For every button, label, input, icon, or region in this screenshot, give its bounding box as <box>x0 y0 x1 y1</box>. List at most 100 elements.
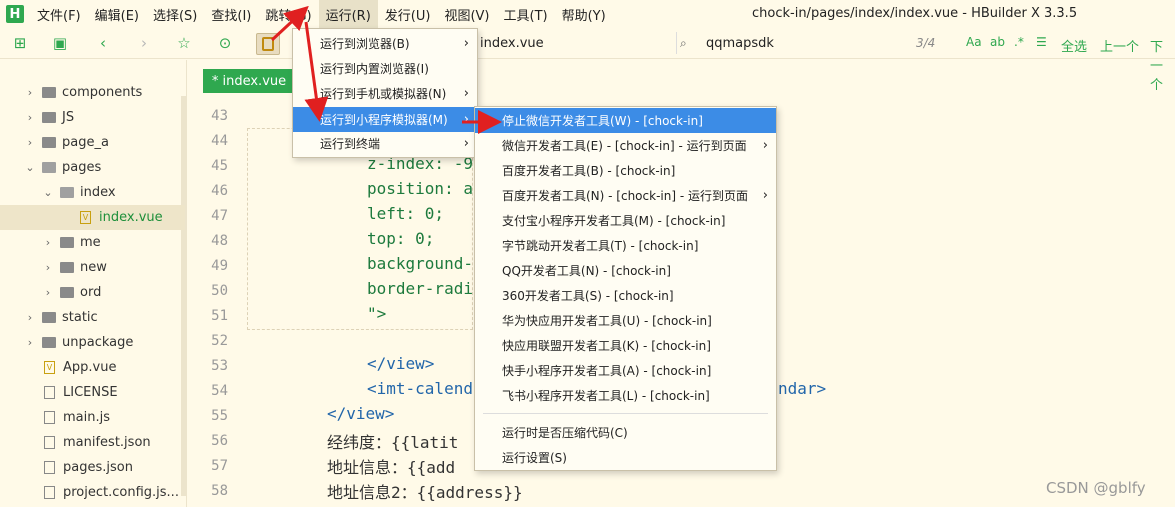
folder-icon <box>60 262 74 273</box>
line-number: 55 <box>211 408 228 424</box>
chevron-right-icon[interactable]: › <box>42 236 54 249</box>
run-device-button[interactable] <box>256 33 280 55</box>
prev-match-button[interactable]: 上一个 <box>1100 36 1139 55</box>
chevron-right-icon[interactable]: › <box>42 261 54 274</box>
tree-item-label: App.vue <box>63 360 117 375</box>
code-line-tail[interactable]: ndar> <box>778 379 826 398</box>
tree-item[interactable]: manifest.json <box>0 430 185 455</box>
chevron-right-icon[interactable]: › <box>42 286 54 299</box>
code-line[interactable]: </view> <box>367 354 434 373</box>
run-menu-item[interactable]: 运行到浏览器(B) › <box>293 31 477 56</box>
menu-find[interactable]: 查找(I) <box>204 0 258 28</box>
menu-run[interactable]: 运行(R) <box>318 0 378 28</box>
menu-item-label: 快应用联盟开发者工具(K) - [chock-in] <box>502 339 711 353</box>
submenu-arrow-icon: › <box>463 36 469 51</box>
submenu-item[interactable]: 百度开发者工具(N) - [chock-in] - 运行到页面 › <box>475 183 776 208</box>
next-match-button[interactable]: 下一个 <box>1150 36 1175 93</box>
tree-item[interactable]: ⌄ index <box>0 180 185 205</box>
folder-icon <box>60 287 74 298</box>
code-line[interactable]: 经纬度：{{latit <box>327 429 458 453</box>
menu-item-label: 运行时是否压缩代码(C) <box>502 426 628 440</box>
chevron-down-icon[interactable]: ⌄ <box>24 161 36 174</box>
menu-goto[interactable]: 跳转(G) <box>258 0 318 28</box>
submenu-item[interactable]: 运行时是否压缩代码(C) <box>475 420 776 445</box>
submenu-item[interactable]: 字节跳动开发者工具(T) - [chock-in] <box>475 233 776 258</box>
bookmark-star-icon[interactable]: ☆ <box>176 35 192 51</box>
tab-index-vue[interactable]: * index.vue <box>203 69 295 93</box>
tree-item-label: components <box>62 85 143 100</box>
submenu-item[interactable]: 快手小程序开发者工具(A) - [chock-in] <box>475 358 776 383</box>
search-match-count: 3/4 <box>916 36 936 50</box>
new-file-icon[interactable]: ⊞ <box>12 35 28 51</box>
forward-icon[interactable]: › <box>136 35 152 51</box>
menu-select[interactable]: 选择(S) <box>146 0 204 28</box>
run-play-icon[interactable]: ⊙ <box>217 35 233 51</box>
whole-word-toggle[interactable]: ab <box>990 35 1005 49</box>
tree-item[interactable]: › JS <box>0 105 185 130</box>
submenu-item[interactable]: 停止微信开发者工具(W) - [chock-in] <box>475 108 776 133</box>
menu-view[interactable]: 视图(V) <box>437 0 496 28</box>
tree-item[interactable]: V App.vue <box>0 355 185 380</box>
tree-item[interactable]: › unpackage <box>0 330 185 355</box>
tree-item[interactable]: LICENSE <box>0 380 185 405</box>
menu-publish[interactable]: 发行(U) <box>378 0 438 28</box>
run-menu-item[interactable]: 运行到终端 › <box>293 131 477 156</box>
menu-help[interactable]: 帮助(Y) <box>555 0 613 28</box>
run-menu-item[interactable]: 运行到手机或模拟器(N) › <box>293 81 477 106</box>
tree-item-label: main.js <box>63 410 110 425</box>
list-icon[interactable]: ☰ <box>1036 35 1047 49</box>
submenu-item[interactable]: QQ开发者工具(N) - [chock-in] <box>475 258 776 283</box>
chevron-right-icon[interactable]: › <box>24 111 36 124</box>
code-line[interactable]: <imt-calend <box>367 379 473 398</box>
line-number: 47 <box>211 208 228 224</box>
code-line[interactable]: 地址信息：{{add <box>327 454 455 478</box>
chevron-down-icon[interactable]: ⌄ <box>42 186 54 199</box>
folder-icon <box>42 337 56 348</box>
submenu-item[interactable]: 支付宝小程序开发者工具(M) - [chock-in] <box>475 208 776 233</box>
submenu-item[interactable]: 快应用联盟开发者工具(K) - [chock-in] <box>475 333 776 358</box>
regex-toggle[interactable]: .* <box>1014 35 1024 49</box>
save-icon[interactable]: ▣ <box>52 35 68 51</box>
chevron-right-icon[interactable]: › <box>24 311 36 324</box>
tree-item[interactable]: › components <box>0 80 185 105</box>
submenu-item[interactable]: 360开发者工具(S) - [chock-in] <box>475 283 776 308</box>
submenu-item[interactable]: 微信开发者工具(E) - [chock-in] - 运行到页面 › <box>475 133 776 158</box>
chevron-right-icon[interactable]: › <box>24 86 36 99</box>
submenu-item[interactable]: 飞书小程序开发者工具(L) - [chock-in] <box>475 383 776 408</box>
file-icon <box>44 461 55 474</box>
tree-item[interactable]: ⌄ pages <box>0 155 185 180</box>
code-line[interactable]: </view> <box>327 404 394 423</box>
code-line[interactable]: 地址信息2：{{address}} <box>327 479 523 503</box>
tree-item[interactable]: main.js <box>0 405 185 430</box>
tree-item[interactable]: project.config.js... <box>0 480 185 505</box>
tree-item[interactable]: › static <box>0 305 185 330</box>
submenu-item[interactable]: 华为快应用开发者工具(U) - [chock-in] <box>475 308 776 333</box>
tree-item[interactable]: › me <box>0 230 185 255</box>
run-menu-item[interactable]: 运行到内置浏览器(I) <box>293 56 477 81</box>
tree-item[interactable]: Vindex.vue <box>0 205 185 230</box>
submenu-item[interactable]: 百度开发者工具(B) - [chock-in] <box>475 158 776 183</box>
chevron-right-icon[interactable]: › <box>24 336 36 349</box>
back-icon[interactable]: ‹ <box>95 35 111 51</box>
breadcrumb-file[interactable]: index.vue <box>480 36 544 51</box>
menu-item-label: 华为快应用开发者工具(U) - [chock-in] <box>502 314 712 328</box>
search-input[interactable]: qqmapsdk <box>706 36 774 51</box>
tree-item[interactable]: › page_a <box>0 130 185 155</box>
tree-item[interactable]: › ord <box>0 280 185 305</box>
run-menu-item[interactable]: 运行到小程序模拟器(M) › <box>293 107 477 132</box>
match-case-toggle[interactable]: Aa <box>966 35 982 49</box>
line-number: 53 <box>211 358 228 374</box>
menu-item-label: 字节跳动开发者工具(T) - [chock-in] <box>502 239 699 253</box>
select-all-button[interactable]: 全选 <box>1061 36 1087 55</box>
line-number: 49 <box>211 258 228 274</box>
menu-file[interactable]: 文件(F) <box>30 0 88 28</box>
menu-edit[interactable]: 编辑(E) <box>88 0 146 28</box>
submenu-item[interactable]: 运行设置(S) <box>475 445 776 470</box>
submenu-arrow-icon: › <box>463 136 469 151</box>
watermark: CSDN @gblfy <box>1046 479 1146 497</box>
tree-item[interactable]: › new <box>0 255 185 280</box>
menu-tools[interactable]: 工具(T) <box>497 0 555 28</box>
chevron-right-icon[interactable]: › <box>24 136 36 149</box>
tree-item[interactable]: pages.json <box>0 455 185 480</box>
tree-item-label: manifest.json <box>63 435 151 450</box>
